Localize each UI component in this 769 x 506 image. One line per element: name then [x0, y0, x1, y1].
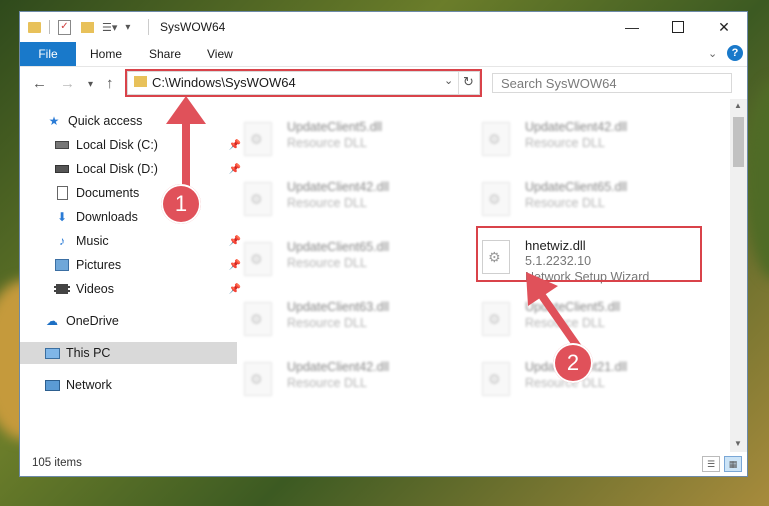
- explorer-window: ✓ ☰▾ ▾ SysWOW64 — ✕ File Home Share View…: [20, 12, 747, 476]
- folder-icon: [28, 21, 41, 33]
- item-count: 105 items: [32, 457, 82, 469]
- tab-home[interactable]: Home: [90, 47, 122, 61]
- sidebar-item-network[interactable]: Network: [20, 374, 237, 396]
- music-icon: ♪: [59, 234, 65, 248]
- step-2-badge: 2: [553, 343, 593, 383]
- document-icon: [54, 186, 70, 200]
- file-item[interactable]: UpdateClient42.dll Resource DLL: [216, 354, 446, 404]
- file-item[interactable]: UpdateClient5.dll Resource DLL: [216, 114, 446, 164]
- sidebar-item-label: Quick access: [68, 114, 143, 128]
- tab-file[interactable]: File: [20, 42, 76, 66]
- pictures-icon: [54, 258, 70, 272]
- annotation-arrow-1: [166, 96, 206, 196]
- large-icons-view-icon[interactable]: ▦: [724, 456, 742, 472]
- back-button[interactable]: ←: [32, 75, 47, 92]
- file-name: UpdateClient42.dll: [287, 180, 390, 194]
- sidebar-item-music[interactable]: ♪ Music 📌: [20, 230, 247, 252]
- customize-toolbar-icon[interactable]: ☰▾: [102, 21, 117, 34]
- sidebar-item-label: Videos: [76, 282, 114, 296]
- dll-file-icon: [482, 182, 510, 216]
- drive-icon: [54, 138, 70, 152]
- forward-button[interactable]: →: [60, 75, 75, 92]
- sidebar-item-label: Local Disk (C:): [76, 138, 158, 152]
- details-view-icon[interactable]: ☰: [702, 456, 720, 472]
- network-icon: [44, 378, 60, 392]
- file-name: UpdateClient5.dll: [287, 120, 383, 134]
- dll-file-icon: [482, 362, 510, 396]
- drive-icon: [54, 162, 70, 176]
- sidebar-item-this-pc[interactable]: This PC: [20, 342, 237, 364]
- step-1-badge: 1: [161, 184, 201, 224]
- dll-file-icon: [244, 242, 272, 276]
- file-type: Resource DLL: [287, 316, 367, 330]
- sidebar-item-label: Local Disk (D:): [76, 162, 158, 176]
- video-icon: [54, 282, 70, 296]
- sidebar-item-label: Network: [66, 378, 112, 392]
- title-bar: ✓ ☰▾ ▾ SysWOW64 — ✕: [20, 12, 747, 42]
- properties-icon[interactable]: ✓: [58, 19, 71, 35]
- tab-view[interactable]: View: [207, 47, 233, 61]
- dll-file-icon: [244, 122, 272, 156]
- file-item[interactable]: UpdateClient42.dll Resource DLL: [216, 174, 446, 224]
- sidebar-item-label: Documents: [76, 186, 140, 200]
- sidebar-item-label: Music: [76, 234, 109, 248]
- address-highlight: [125, 69, 482, 97]
- sidebar-item-label: OneDrive: [66, 314, 119, 328]
- maximize-button[interactable]: [655, 12, 701, 42]
- file-item[interactable]: UpdateClient65.dll Resource DLL: [216, 234, 446, 284]
- file-item[interactable]: UpdateClient65.dll Resource DLL: [454, 174, 684, 224]
- dll-file-icon: [244, 182, 272, 216]
- quick-access-toolbar: ✓ ☰▾ ▾: [28, 18, 130, 36]
- file-type: Resource DLL: [287, 196, 367, 210]
- scrollbar-thumb[interactable]: [733, 117, 744, 167]
- file-name: UpdateClient65.dll: [525, 180, 628, 194]
- close-button[interactable]: ✕: [701, 12, 747, 42]
- up-button[interactable]: ↑: [106, 75, 114, 92]
- sidebar-item-onedrive[interactable]: ☁ OneDrive: [20, 310, 237, 332]
- wallpaper-leaf: [745, 80, 769, 280]
- new-folder-icon[interactable]: [81, 21, 94, 33]
- file-name: UpdateClient42.dll: [287, 360, 390, 374]
- file-name: UpdateClient65.dll: [287, 240, 390, 254]
- window-title: SysWOW64: [160, 20, 226, 34]
- cloud-icon: ☁: [46, 314, 58, 328]
- download-icon: ⬇: [56, 210, 68, 224]
- file-item[interactable]: UpdateClient42.dll Resource DLL: [454, 114, 684, 164]
- file-type: Resource DLL: [525, 136, 605, 150]
- recent-locations-icon[interactable]: ▾: [88, 79, 93, 90]
- scroll-up-icon[interactable]: ▲: [734, 101, 742, 110]
- status-bar: 105 items ☰ ▦: [20, 453, 747, 476]
- file-name: UpdateClient42.dll: [525, 120, 628, 134]
- star-icon: ★: [48, 114, 60, 128]
- file-type: Resource DLL: [287, 256, 367, 270]
- navigation-bar: ← → ▾ ↑ C:\Windows\SysWOW64 ⌄ ↻ Search S…: [20, 67, 747, 99]
- computer-icon: [44, 346, 60, 360]
- minimize-button[interactable]: —: [609, 12, 655, 42]
- dll-file-icon: [244, 362, 272, 396]
- sidebar-item-downloads[interactable]: ⬇ Downloads: [20, 206, 247, 228]
- file-type: Resource DLL: [287, 136, 367, 150]
- sidebar-item-label: This PC: [66, 346, 111, 360]
- file-type: Resource DLL: [525, 196, 605, 210]
- dll-file-icon: [482, 302, 510, 336]
- file-type: Resource DLL: [287, 376, 367, 390]
- vertical-scrollbar[interactable]: ▲ ▼: [730, 99, 747, 452]
- ribbon: File Home Share View ⌄ ?: [20, 42, 747, 67]
- file-name: UpdateClient63.dll: [287, 300, 390, 314]
- sidebar-item-label: Downloads: [76, 210, 138, 224]
- sidebar-item-label: Pictures: [76, 258, 122, 272]
- file-item[interactable]: UpdateClient63.dll Resource DLL: [216, 294, 446, 344]
- sidebar-item-pictures[interactable]: Pictures 📌: [20, 254, 247, 276]
- annotation-arrow-2: [526, 272, 584, 353]
- help-icon[interactable]: ?: [727, 45, 743, 61]
- toolbar-dropdown-icon[interactable]: ▾: [125, 22, 130, 33]
- dll-file-icon: [482, 122, 510, 156]
- search-input[interactable]: Search SysWOW64: [492, 73, 732, 93]
- dll-file-icon: [244, 302, 272, 336]
- expand-ribbon-icon[interactable]: ⌄: [708, 47, 717, 60]
- tab-share[interactable]: Share: [149, 47, 181, 61]
- scroll-down-icon[interactable]: ▼: [734, 439, 742, 448]
- sidebar-item-videos[interactable]: Videos 📌: [20, 278, 247, 300]
